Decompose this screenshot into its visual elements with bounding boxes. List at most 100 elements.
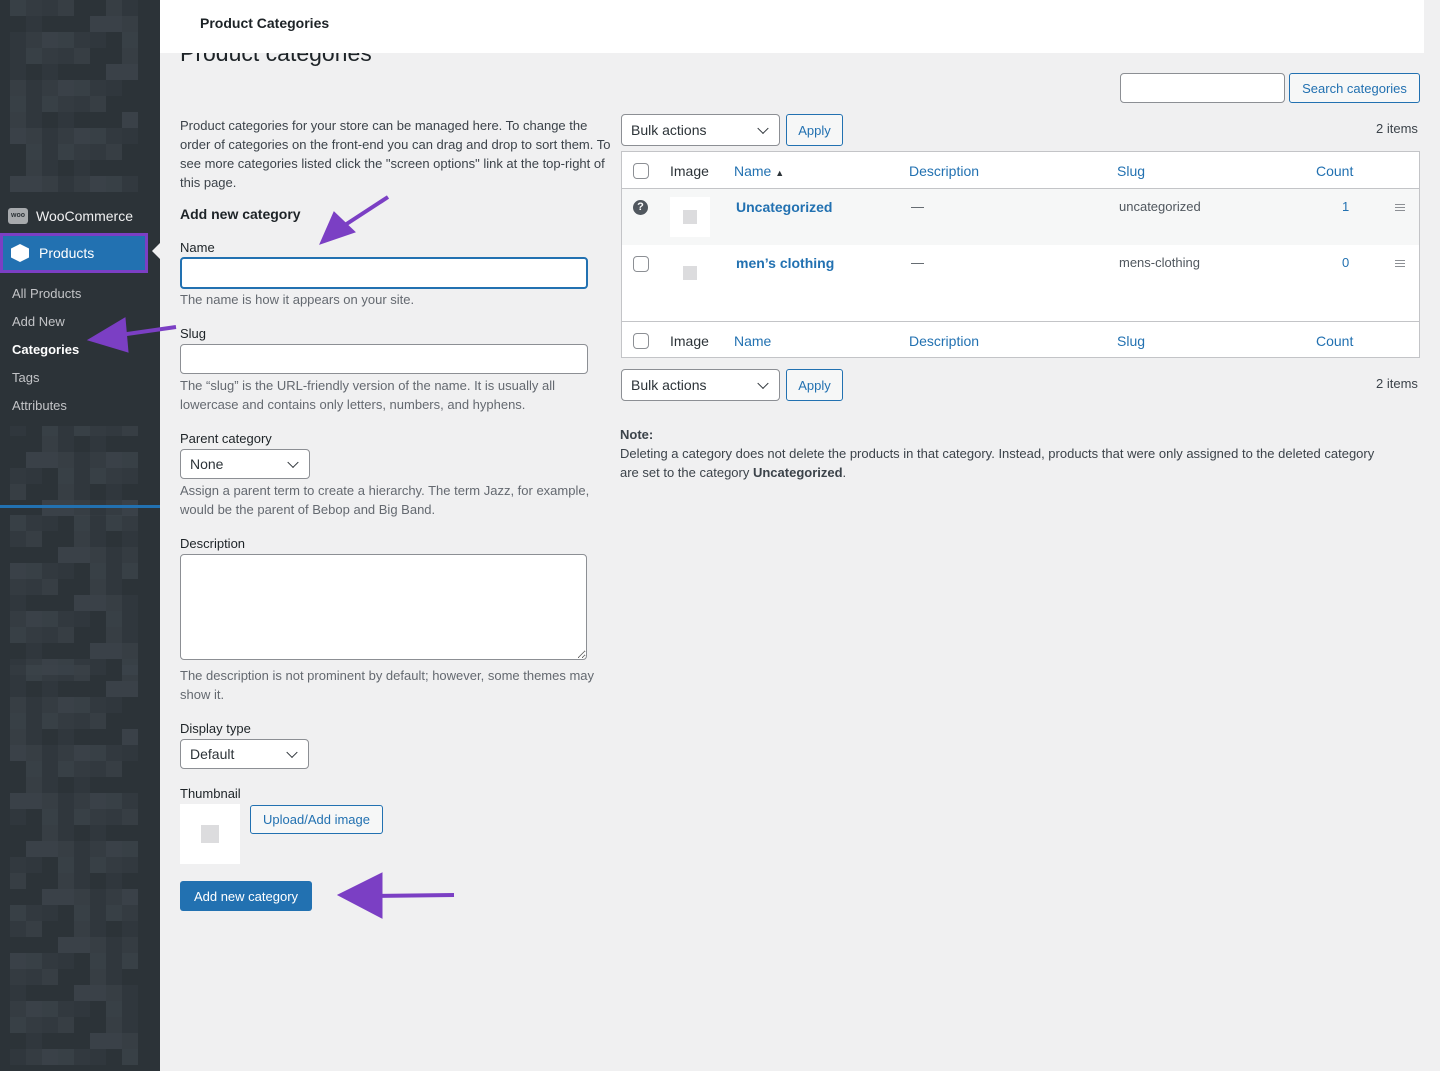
blurred-pixel <box>90 889 106 905</box>
admin-sidebar: woo WooCommerce Products All Products Add… <box>0 0 160 1071</box>
category-name-link[interactable]: Uncategorized <box>736 199 832 215</box>
items-count-bottom: 2 items <box>1376 376 1418 391</box>
blurred-pixel <box>26 96 42 112</box>
blurred-pixel <box>106 579 122 595</box>
blurred-pixel <box>58 144 74 160</box>
blurred-pixel <box>74 873 90 889</box>
blurred-pixel <box>106 985 122 1001</box>
blurred-pixel <box>74 500 90 516</box>
blurred-pixel <box>90 500 106 516</box>
submenu-all-products[interactable]: All Products <box>0 280 160 308</box>
blurred-pixel <box>58 729 74 745</box>
blurred-pixel <box>58 1017 74 1033</box>
menu-products[interactable]: Products <box>0 233 148 273</box>
blurred-pixel <box>10 96 26 112</box>
column-name-footer[interactable]: Name <box>734 333 771 349</box>
column-name[interactable]: Name ▲ <box>734 163 784 179</box>
submenu-categories[interactable]: Categories <box>0 336 160 364</box>
slug-help: The “slug” is the URL-friendly version o… <box>180 378 555 412</box>
category-count-link[interactable]: 0 <box>1342 255 1349 270</box>
drag-handle-icon[interactable] <box>1395 260 1405 267</box>
blurred-pixel <box>106 889 122 905</box>
thumbnail-label: Thumbnail <box>180 786 241 801</box>
select-all-checkbox[interactable] <box>633 163 649 179</box>
blurred-pixel <box>58 1001 74 1017</box>
blurred-pixel <box>42 96 58 112</box>
blurred-pixel <box>26 745 42 761</box>
category-count-link[interactable]: 1 <box>1342 199 1349 214</box>
blurred-pixel <box>122 48 138 64</box>
blurred-pixel <box>74 531 90 547</box>
blurred-pixel <box>10 531 26 547</box>
search-input[interactable] <box>1120 73 1285 103</box>
submenu-tags[interactable]: Tags <box>0 364 160 392</box>
column-description-footer[interactable]: Description <box>909 333 979 349</box>
blurred-pixel <box>106 627 122 643</box>
blurred-pixel <box>10 112 26 128</box>
description-textarea[interactable] <box>180 554 587 660</box>
blurred-pixel <box>42 64 58 80</box>
column-slug[interactable]: Slug <box>1117 163 1145 179</box>
name-input[interactable] <box>180 257 588 289</box>
blurred-pixel <box>90 144 106 160</box>
submenu-add-new[interactable]: Add New <box>0 308 160 336</box>
help-icon[interactable]: ? <box>633 200 648 215</box>
parent-select[interactable]: None <box>180 449 310 479</box>
blurred-pixel <box>106 547 122 563</box>
blurred-pixel <box>10 611 26 627</box>
submenu-attributes[interactable]: Attributes <box>0 392 160 420</box>
blurred-pixel <box>42 905 58 921</box>
blurred-pixel <box>26 905 42 921</box>
display-type-select[interactable]: Default <box>180 739 309 769</box>
blurred-pixel <box>10 32 26 48</box>
blurred-pixel <box>58 825 74 841</box>
blurred-pixel <box>90 713 106 729</box>
blurred-pixel <box>26 452 42 468</box>
blurred-pixel <box>122 452 138 468</box>
blurred-pixel <box>74 777 90 793</box>
apply-button-bottom[interactable]: Apply <box>786 369 843 401</box>
blurred-pixel <box>10 563 26 579</box>
blurred-pixel <box>106 144 122 160</box>
blurred-pixel <box>26 80 42 96</box>
blurred-pixel <box>90 452 106 468</box>
column-count-footer[interactable]: Count <box>1316 333 1353 349</box>
blurred-pixel <box>106 595 122 611</box>
blurred-pixel <box>106 0 122 16</box>
blurred-pixel <box>106 953 122 969</box>
category-name-link[interactable]: men’s clothing <box>736 255 834 271</box>
upload-image-button[interactable]: Upload/Add image <box>250 805 383 834</box>
blurred-pixel <box>106 611 122 627</box>
blurred-pixel <box>74 889 90 905</box>
blurred-pixel <box>10 176 26 192</box>
row-checkbox[interactable] <box>633 256 649 272</box>
blurred-pixel <box>90 937 106 953</box>
blurred-pixel <box>74 937 90 953</box>
products-submenu: All Products Add New Categories Tags Att… <box>0 274 160 426</box>
blurred-pixel <box>58 1049 74 1065</box>
blurred-pixel <box>58 697 74 713</box>
search-categories-button[interactable]: Search categories <box>1289 73 1420 103</box>
select-all-checkbox-bottom[interactable] <box>633 333 649 349</box>
blurred-pixel <box>122 985 138 1001</box>
blurred-pixel <box>58 112 74 128</box>
blurred-pixel <box>26 160 42 176</box>
bulk-actions-select-bottom[interactable]: Bulk actions <box>621 369 780 401</box>
column-count[interactable]: Count <box>1316 163 1353 179</box>
bulk-actions-select-top[interactable]: Bulk actions <box>621 114 780 146</box>
blurred-pixel <box>42 777 58 793</box>
blurred-pixel <box>10 80 26 96</box>
drag-handle-icon[interactable] <box>1395 204 1405 211</box>
blurred-pixel <box>90 547 106 563</box>
blurred-pixel <box>42 48 58 64</box>
blurred-pixel <box>106 16 122 32</box>
add-new-category-button[interactable]: Add new category <box>180 881 312 911</box>
blurred-pixel <box>10 48 26 64</box>
slug-label: Slug <box>180 326 207 341</box>
display-type-label: Display type <box>180 721 251 736</box>
column-description[interactable]: Description <box>909 163 979 179</box>
slug-input[interactable] <box>180 344 588 374</box>
column-slug-footer[interactable]: Slug <box>1117 333 1145 349</box>
apply-button-top[interactable]: Apply <box>786 114 843 146</box>
menu-woocommerce[interactable]: woo WooCommerce <box>0 200 160 232</box>
